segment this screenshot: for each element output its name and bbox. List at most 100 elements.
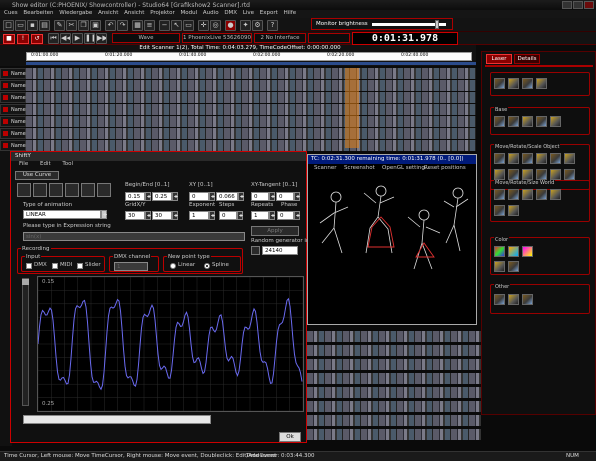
grid-x-input[interactable]: 30 [125,211,145,220]
apply-button[interactable]: Apply [251,226,299,236]
grid-x-spinner[interactable] [145,211,151,220]
effect-icon[interactable] [494,189,505,200]
menu-item[interactable]: Audio [203,10,219,16]
track-clips[interactable] [26,128,476,139]
blackout-icon[interactable]: ! [17,34,29,44]
dmx-channel-input[interactable]: 1 [114,262,148,271]
curve-shape-icon[interactable] [81,183,95,197]
effect-icon[interactable] [564,169,575,180]
curve-shape-icon[interactable] [17,183,31,197]
effect-icon[interactable] [550,169,561,180]
wave-box[interactable]: Wave [112,33,180,43]
effect-icon[interactable] [522,189,533,200]
menu-item[interactable]: Hilfe [284,10,297,16]
effect-icon[interactable] [508,78,519,89]
menu-screenshot[interactable]: Screenshot [344,165,375,171]
midi-checkbox[interactable] [52,263,58,269]
rewind-icon[interactable]: ◀◀ [60,33,71,44]
track-clips[interactable] [26,116,476,127]
minimize-button[interactable] [562,1,572,9]
phoenix-interface-box[interactable]: 1 PhoenixLive 53626090380DC [182,33,252,43]
effect-icon[interactable] [494,78,505,89]
animation-type-select[interactable]: LINEAR [23,210,101,219]
menu-scanner[interactable]: Scanner [314,165,337,171]
menu-item[interactable]: Wiedergabe [59,10,92,16]
exponent-spinner[interactable] [209,211,215,220]
snap-icon[interactable]: ◎ [210,20,221,31]
effect-icon[interactable] [508,169,519,180]
effect-icon[interactable] [522,116,533,127]
grid-icon[interactable]: ▦ [132,20,143,31]
vertical-slider[interactable] [22,278,29,406]
effect-icon[interactable] [508,153,519,164]
laser-preview-canvas[interactable] [308,173,476,324]
track-header[interactable]: Name [0,116,26,127]
grid-y-spinner[interactable] [172,211,178,220]
effect-icon[interactable] [494,261,505,272]
effect-icon[interactable] [494,169,505,180]
menu-item[interactable]: Live [243,10,254,16]
cut-icon[interactable]: ✂ [66,20,77,31]
color-effect-icon[interactable] [494,246,505,257]
track-clips[interactable] [26,68,476,79]
undo-icon[interactable]: ↶ [105,20,116,31]
track-header[interactable]: Name [0,104,26,115]
effect-icon[interactable] [494,294,505,305]
effect-icon[interactable] [508,261,519,272]
chevron-down-icon[interactable] [101,210,107,219]
steps-input[interactable]: 0 [219,211,237,220]
track-clips[interactable] [307,401,481,412]
effect-icon[interactable] [522,294,533,305]
track-clips[interactable] [307,359,481,370]
menu-file[interactable]: File [19,161,28,167]
time-scale[interactable]: 0:01:00.000 0:01:20.000 0:01:40.000 0:02… [26,52,472,61]
curve-shape-icon[interactable] [65,183,79,197]
repeats-spinner[interactable] [269,211,275,220]
new-file-icon[interactable]: □ [3,20,14,31]
dmx-checkbox[interactable] [26,263,32,269]
track-header[interactable]: Name [0,68,26,79]
menu-opengl-setting[interactable]: OpenGL setting... [382,165,430,171]
effect-icon[interactable] [550,116,561,127]
cursor-icon[interactable]: ↖ [171,20,182,31]
effect-icon[interactable] [536,189,547,200]
laser-icon[interactable]: ✦ [240,20,251,31]
loop-icon[interactable]: ↺ [31,34,43,44]
selected-clip[interactable] [345,68,359,148]
effect-icon[interactable] [494,153,505,164]
phase-spinner[interactable] [294,211,300,220]
effect-icon[interactable] [550,189,561,200]
track-header[interactable]: Name [0,140,26,151]
use-curve-button[interactable]: Use Curve [15,171,59,180]
maximize-button[interactable] [573,1,583,9]
track-clips[interactable] [307,387,481,398]
effect-icon[interactable] [536,153,547,164]
redo-icon[interactable]: ↷ [117,20,128,31]
color-effect-icon[interactable] [522,246,533,257]
timeline-selection[interactable] [26,62,476,65]
skip-start-icon[interactable]: ⏮ [48,33,59,44]
menu-item[interactable]: Cues [4,10,18,16]
menu-item[interactable]: Projektor [150,10,175,16]
effect-icon[interactable] [536,169,547,180]
list-icon[interactable]: ≡ [144,20,155,31]
wrench-icon[interactable]: ✎ [54,20,65,31]
color-effect-icon[interactable] [508,246,519,257]
effect-icon[interactable] [494,205,505,216]
no-interface-box[interactable]: 2 No Interface [254,33,306,43]
track-clips[interactable] [26,92,476,103]
tangent-x-input[interactable]: 0 [251,192,269,201]
tangent-y-input[interactable]: 0 [276,192,294,201]
track-clips[interactable] [26,140,476,151]
curve-graph[interactable]: 0.15 0.25 [37,276,304,412]
tangent-y-spinner[interactable] [294,192,300,201]
curve-shape-icon[interactable] [49,183,63,197]
tab-laser[interactable]: Laser [486,54,512,64]
track-clips[interactable] [307,331,481,342]
tangent-x-spinner[interactable] [269,192,275,201]
menu-item[interactable]: DMX [224,10,237,16]
end-spinner[interactable] [172,192,178,201]
x-input[interactable]: 0 [189,192,209,201]
menu-edit[interactable]: Edit [40,161,51,167]
random-generator-input[interactable]: 24140 [262,246,298,255]
